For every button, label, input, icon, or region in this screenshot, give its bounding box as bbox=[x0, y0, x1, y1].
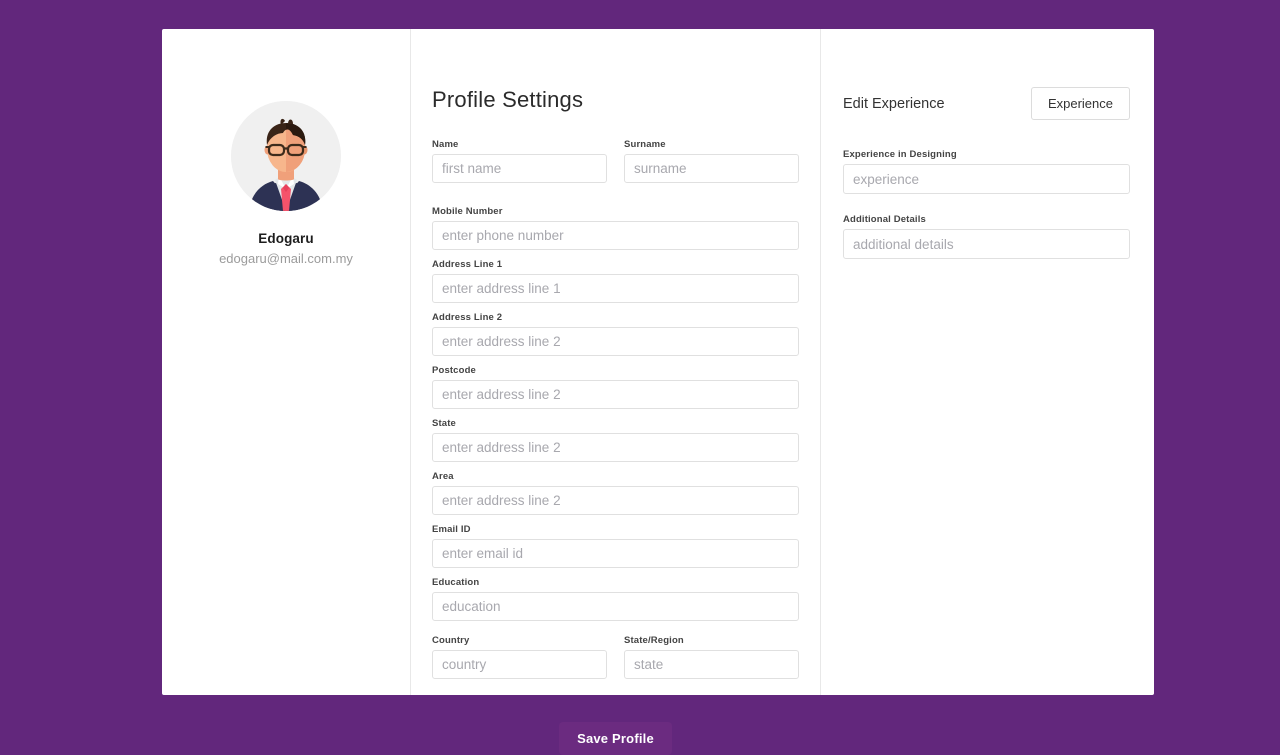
field-experience-in-designing: Experience in Designing bbox=[843, 149, 1130, 194]
field-first-name: Name bbox=[432, 139, 607, 183]
name-row: Name Surname bbox=[432, 139, 799, 192]
field-email-id: Email ID bbox=[432, 524, 799, 568]
field-surname: Surname bbox=[624, 139, 799, 183]
first-name-input[interactable] bbox=[432, 154, 607, 183]
profile-sidebar: Edogaru edogaru@mail.com.my bbox=[162, 29, 411, 695]
profile-name: Edogaru bbox=[258, 231, 314, 246]
label-state: State bbox=[432, 418, 456, 429]
field-postcode: Postcode bbox=[432, 365, 799, 409]
label-area: Area bbox=[432, 471, 454, 482]
additional-details-input[interactable] bbox=[843, 229, 1130, 259]
area-input[interactable] bbox=[432, 486, 799, 515]
avatar bbox=[231, 101, 341, 211]
label-experience-in-designing: Experience in Designing bbox=[843, 149, 957, 160]
label-surname: Surname bbox=[624, 139, 666, 150]
field-state: State bbox=[432, 418, 799, 462]
field-address-line-1: Address Line 1 bbox=[432, 259, 799, 303]
experience-panel: Edit Experience Experience Experience in… bbox=[821, 29, 1154, 695]
state-region-input[interactable] bbox=[624, 650, 799, 679]
profile-form-panel: Profile Settings Name Surname Mobile Num… bbox=[411, 29, 821, 755]
state-input[interactable] bbox=[432, 433, 799, 462]
country-row: Country State/Region bbox=[432, 635, 799, 688]
field-education: Education bbox=[432, 577, 799, 621]
profile-email: edogaru@mail.com.my bbox=[219, 251, 353, 266]
country-input[interactable] bbox=[432, 650, 607, 679]
address-line-1-input[interactable] bbox=[432, 274, 799, 303]
field-mobile-number: Mobile Number bbox=[432, 206, 799, 250]
page-title: Profile Settings bbox=[432, 87, 584, 112]
field-additional-details: Additional Details bbox=[843, 214, 1130, 259]
label-first-name: Name bbox=[432, 139, 459, 150]
label-mobile-number: Mobile Number bbox=[432, 206, 503, 217]
education-input[interactable] bbox=[432, 592, 799, 621]
field-address-line-2: Address Line 2 bbox=[432, 312, 799, 356]
postcode-input[interactable] bbox=[432, 380, 799, 409]
label-address-line-1: Address Line 1 bbox=[432, 259, 503, 270]
experience-button[interactable]: Experience bbox=[1030, 87, 1130, 120]
save-button-row: Save Profile bbox=[432, 722, 799, 755]
label-postcode: Postcode bbox=[432, 365, 476, 376]
label-state-region: State/Region bbox=[624, 635, 684, 646]
user-avatar-illustration bbox=[231, 101, 341, 211]
label-email-id: Email ID bbox=[432, 524, 471, 535]
label-address-line-2: Address Line 2 bbox=[432, 312, 503, 323]
email-id-input[interactable] bbox=[432, 539, 799, 568]
field-area: Area bbox=[432, 471, 799, 515]
experience-title: Edit Experience bbox=[843, 95, 945, 112]
experience-header: Edit Experience Experience bbox=[843, 87, 1130, 120]
save-profile-button[interactable]: Save Profile bbox=[559, 722, 672, 755]
address-line-2-input[interactable] bbox=[432, 327, 799, 356]
mobile-number-input[interactable] bbox=[432, 221, 799, 250]
label-education: Education bbox=[432, 577, 480, 588]
surname-input[interactable] bbox=[624, 154, 799, 183]
field-country: Country bbox=[432, 635, 607, 679]
label-additional-details: Additional Details bbox=[843, 214, 926, 225]
field-state-region: State/Region bbox=[624, 635, 799, 679]
experience-in-designing-input[interactable] bbox=[843, 164, 1130, 194]
profile-settings-card: Edogaru edogaru@mail.com.my Profile Sett… bbox=[162, 29, 1154, 755]
label-country: Country bbox=[432, 635, 470, 646]
